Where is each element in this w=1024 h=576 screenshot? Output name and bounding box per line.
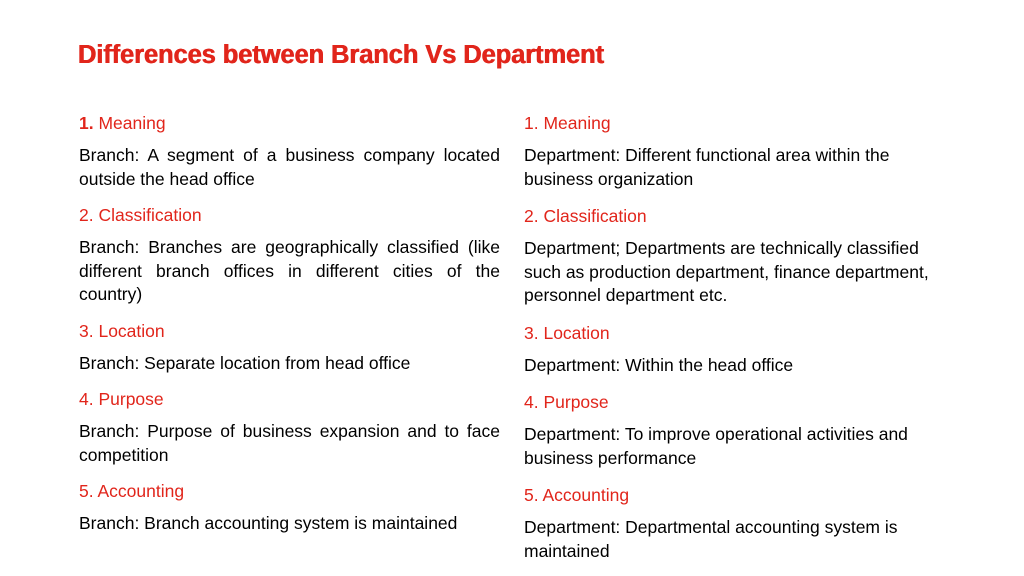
body-purpose-department: Department: To improve operational activ… [524, 424, 908, 468]
body-classification-department: Department; Departments are technically … [524, 238, 929, 305]
heading-purpose-branch: 4. Purpose [79, 389, 164, 409]
heading-classification-branch: 2. Classification [79, 205, 202, 225]
heading-purpose-department: 4. Purpose [524, 392, 609, 412]
heading-location-branch: 3. Location [79, 320, 165, 341]
body-location-department: Department: Within the head office [524, 354, 794, 375]
body-meaning-branch: Branch: A segment of a business company … [79, 145, 500, 189]
branch-column: 1. Meaning Branch: A segment of a busine… [79, 112, 500, 536]
department-column: 1. Meaning Department: Different functio… [524, 112, 944, 563]
slide: Differences between Branch Vs Department… [0, 0, 1024, 576]
heading-classification-department: 2. Classification [524, 206, 647, 226]
heading-number-1-branch: 1. [79, 113, 94, 133]
comparison-columns: 1. Meaning Branch: A segment of a busine… [0, 0, 1024, 576]
body-accounting-branch: Branch: Branch accounting system is main… [79, 513, 458, 533]
heading-accounting-department: 5. Accounting [524, 485, 630, 505]
heading-location-department: 3. Location [524, 322, 610, 343]
heading-text-meaning-branch: Meaning [98, 113, 166, 133]
body-classification-branch: Branch: Branches are geographically clas… [79, 237, 500, 304]
body-accounting-department: Department: Departmental accounting syst… [524, 517, 898, 561]
heading-meaning-department: 1. Meaning [524, 113, 611, 133]
body-location-branch: Branch: Separate location from head offi… [79, 352, 411, 373]
heading-meaning-branch: 1. Meaning [79, 112, 500, 135]
body-purpose-branch: Branch: Purpose of business expansion an… [79, 421, 500, 465]
heading-accounting-branch: 5. Accounting [79, 481, 185, 501]
body-meaning-department: Department: Different functional area wi… [524, 145, 890, 189]
